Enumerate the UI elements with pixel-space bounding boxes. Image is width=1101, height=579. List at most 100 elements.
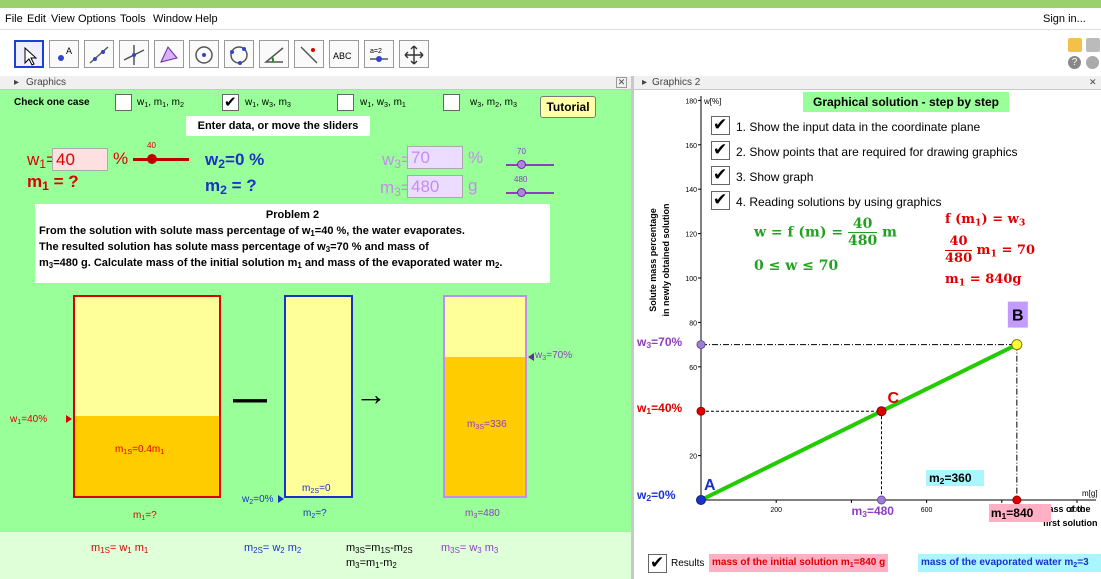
equation-m2s: m2S= w2 m2	[244, 542, 302, 555]
close-panel-icon[interactable]: ✕	[1089, 77, 1097, 88]
m3-input[interactable]: 480	[407, 175, 463, 198]
graphics-panel-title: Graphics	[26, 77, 67, 88]
graphical-solution-banner: Graphical solution - step by step	[803, 92, 1009, 112]
formula-variable: m	[882, 224, 897, 241]
step-2-label: 2. Show points that are required for dra…	[736, 145, 1018, 159]
w2-axis-label-text: w2=0%	[637, 488, 676, 504]
m3-axis-point[interactable]	[876, 495, 886, 505]
m2-value-label: m2=360	[926, 470, 984, 486]
w1-slider-handle[interactable]	[147, 154, 157, 164]
toolbar: A ABC a=2 ?	[0, 30, 1101, 76]
chevron-right-icon[interactable]: ▸	[642, 77, 647, 88]
slider-tool-button[interactable]: a=2	[364, 40, 394, 68]
perpendicular-tool-button[interactable]	[119, 40, 149, 68]
point-a-label: A	[704, 477, 716, 494]
eq-numerator: 40	[945, 234, 973, 251]
m2-text: m2 = ?	[205, 176, 257, 198]
undo-icon[interactable]	[1068, 38, 1082, 52]
point-tool-button[interactable]: A	[49, 40, 79, 68]
w3-slider-handle[interactable]	[517, 160, 526, 169]
w3-input[interactable]: 70	[407, 146, 463, 169]
equation-m3-diff: m3=m1-m2	[346, 557, 397, 570]
step-2-checkbox[interactable]	[711, 140, 730, 160]
m3-slider-handle[interactable]	[517, 188, 526, 197]
step-4-checkbox[interactable]	[711, 190, 730, 210]
reflect-tool-button[interactable]	[294, 40, 324, 68]
menu-options[interactable]: Options	[78, 13, 116, 25]
beaker-final-solution: m3S=336	[443, 295, 527, 498]
x-tick-label: 200	[770, 507, 782, 514]
move-tool-button[interactable]	[14, 40, 44, 68]
m3-slider-track[interactable]	[506, 192, 554, 194]
help-icon[interactable]: ?	[1068, 56, 1081, 69]
eq-f-m1: f (m1) = w3	[945, 212, 1026, 229]
case-checkbox-2[interactable]	[222, 93, 239, 111]
w1-slider-track[interactable]	[133, 158, 189, 161]
w3-slider-track[interactable]	[506, 164, 554, 166]
graphics2-panel-titlebar: ▸ Graphics 2 ✕	[634, 76, 1101, 90]
beaker-initial-inner-label: m1S=0.4m1	[115, 444, 165, 456]
text-tool-button[interactable]: ABC	[329, 40, 359, 68]
y-tick-label: 80	[689, 320, 697, 327]
line-tool-button[interactable]	[84, 40, 114, 68]
w1-input[interactable]: 40	[52, 148, 108, 171]
menu-file[interactable]: File	[5, 13, 23, 25]
step-1-checkbox[interactable]	[711, 115, 730, 135]
menu-help[interactable]: Help	[195, 13, 218, 25]
step-4-label: 4. Reading solutions by using graphics	[736, 195, 942, 209]
beaker-water-w-label: w2=0%	[242, 494, 274, 506]
case-label-4: w3, m2, m3	[470, 97, 518, 109]
svg-text:A: A	[66, 46, 72, 56]
menu-window[interactable]: Window	[153, 13, 192, 25]
point-c[interactable]	[876, 406, 887, 417]
line-icon	[89, 46, 109, 64]
beaker-initial-w-label: w1=40%	[10, 414, 48, 426]
case-checkbox-4[interactable]	[443, 94, 460, 111]
m1-axis-point[interactable]	[1012, 495, 1022, 505]
circle-icon	[195, 46, 213, 64]
menu-bar: File Edit View Options Tools Window Help…	[0, 8, 1101, 30]
circle-tool-button[interactable]	[189, 40, 219, 68]
formula-lhs: w = f (m) =	[754, 224, 844, 241]
check-one-case-label: Check one case	[14, 97, 90, 108]
settings-gear-icon[interactable]	[1086, 56, 1099, 69]
circle-three-points-tool-button[interactable]	[224, 40, 254, 68]
angle-tool-button[interactable]	[259, 40, 289, 68]
step-3-checkbox[interactable]	[711, 165, 730, 185]
case-label-3: w1, w3, m1	[360, 97, 406, 109]
menu-edit[interactable]: Edit	[27, 13, 46, 25]
case-checkbox-1[interactable]	[115, 94, 132, 111]
x-axis-side-label-2: first solution	[1043, 518, 1098, 528]
problem-line-3: m3=480 g. Calculate mass of the initial …	[39, 257, 503, 270]
equation-m3s-diff: m3S=m1S-m2S	[346, 542, 413, 555]
move-graphics-tool-button[interactable]	[399, 40, 429, 68]
case-checkbox-3[interactable]	[337, 94, 354, 111]
beaker-initial-solution: m1S=0.4m1	[73, 295, 221, 498]
y-tick-label: 60	[689, 365, 697, 372]
point-b[interactable]	[1011, 339, 1023, 351]
angle-icon	[263, 47, 284, 63]
close-panel-icon[interactable]: ✕	[616, 77, 627, 88]
point-b-label: B	[1012, 308, 1024, 325]
beaker-initial-bottom-label: m1=?	[133, 510, 157, 522]
sign-in-link[interactable]: Sign in...	[1043, 13, 1086, 25]
reflect-icon	[300, 46, 318, 64]
svg-text:a=2: a=2	[370, 48, 382, 55]
w1-axis-label-text: w1=40%	[637, 401, 683, 417]
menu-view[interactable]: View	[51, 13, 75, 25]
tutorial-button[interactable]: Tutorial	[540, 96, 596, 118]
w1-axis-label: w1=40%	[637, 401, 683, 417]
w3-unit: %	[468, 148, 484, 167]
polygon-tool-button[interactable]	[154, 40, 184, 68]
minus-sign: —	[233, 380, 267, 418]
chevron-right-icon[interactable]: ▸	[14, 77, 19, 88]
case-label-1: w1, m1, m2	[137, 97, 185, 109]
formula-denominator: 480	[847, 233, 878, 249]
results-checkbox[interactable]	[648, 553, 667, 573]
problem-box: Problem 2 From the solution with solute …	[35, 204, 550, 283]
perpendicular-icon	[123, 45, 145, 65]
redo-icon[interactable]	[1086, 38, 1100, 52]
menu-tools[interactable]: Tools	[120, 13, 146, 25]
beaker-water-bottom-label: m2=?	[303, 508, 327, 520]
graph-chart[interactable]: 206080100120140160180200 600 1000w[%]m[g]S…	[634, 90, 1101, 550]
